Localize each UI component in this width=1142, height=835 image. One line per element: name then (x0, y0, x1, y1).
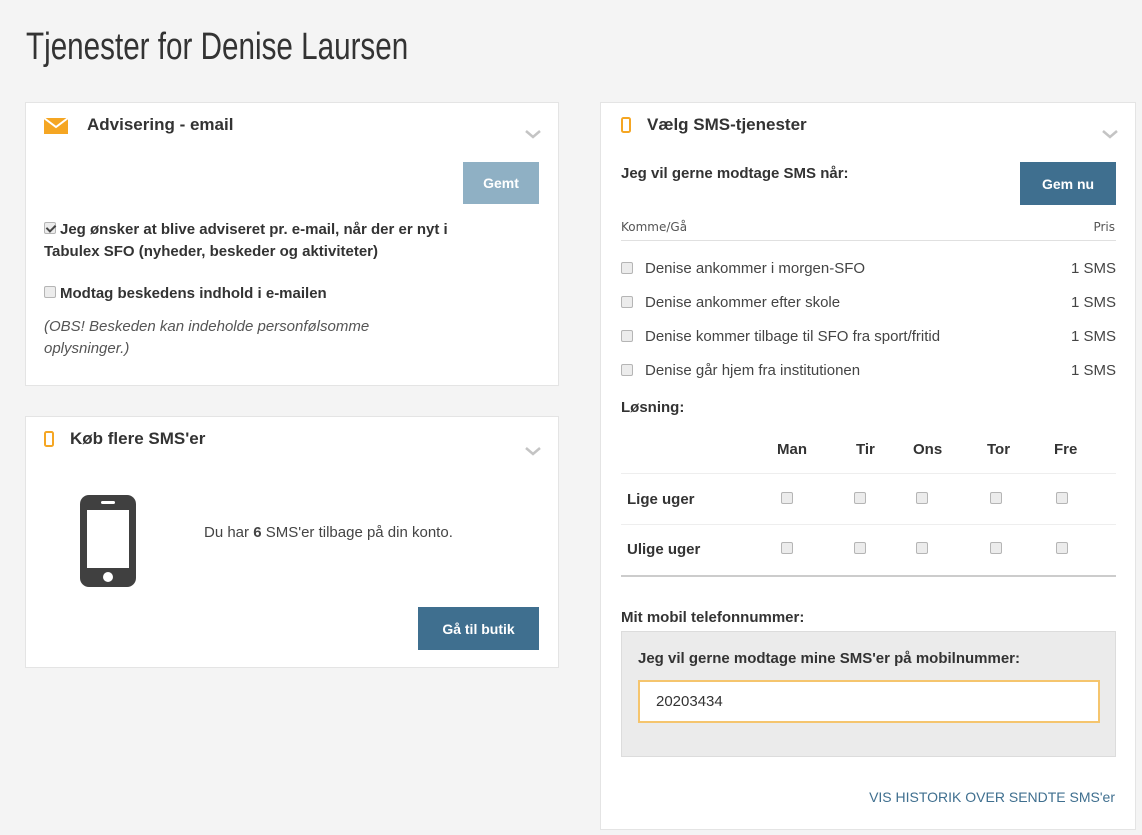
lige-fre-checkbox[interactable] (1056, 492, 1068, 504)
sms-option-price: 1 SMS (1070, 293, 1116, 311)
week-row-label: Lige uger (627, 491, 695, 508)
sms-option-label: Denise ankommer efter skole (645, 293, 841, 311)
email-panel: Advisering - email Gemt Jeg ønsker at bl… (25, 102, 559, 386)
phone-small-icon (621, 117, 631, 133)
balance-count: 6 (253, 524, 262, 541)
page-title: Tjenester for Denise Laursen (26, 26, 409, 68)
note-line2: oplysninger.) (44, 340, 130, 357)
history-link[interactable]: VIS HISTORIK OVER SENDTE SMS'er (869, 789, 1115, 805)
balance-suffix: SMS'er tilbage på din konto. (261, 524, 453, 541)
solution-label: Løsning: (621, 399, 685, 416)
phone-heading: Mit mobil telefonnummer: (621, 609, 805, 626)
buy-sms-header[interactable]: Køb flere SMS'er (44, 429, 205, 449)
col-header-right: Pris (1093, 220, 1115, 234)
sms-option-row[interactable]: Denise ankommer efter skole 1 SMS (621, 285, 1116, 319)
col-header-left: Komme/Gå (621, 220, 688, 234)
lige-tor-checkbox[interactable] (990, 492, 1002, 504)
buy-sms-title: Køb flere SMS'er (70, 429, 206, 448)
content-checkbox[interactable] (44, 286, 56, 299)
day-header: Tir (856, 441, 875, 458)
phone-small-icon (44, 431, 54, 447)
divider (621, 575, 1116, 577)
week-row-label: Ulige uger (627, 541, 701, 558)
lige-ons-checkbox[interactable] (916, 492, 928, 504)
notify-label-line1: Jeg ønsker at blive adviseret pr. e-mail… (60, 221, 448, 238)
sms-option-price: 1 SMS (1070, 327, 1116, 345)
sms-option-checkbox[interactable] (621, 330, 633, 342)
sms-option-row[interactable]: Denise går hjem fra institutionen 1 SMS (621, 353, 1116, 387)
lige-man-checkbox[interactable] (781, 492, 793, 504)
sms-option-price: 1 SMS (1070, 361, 1116, 379)
day-header: Fre (1054, 441, 1078, 458)
email-option-notify[interactable]: Jeg ønsker at blive adviseret pr. e-mail… (44, 219, 554, 263)
content-label: Modtag beskedens indhold i e-mailen (60, 285, 327, 302)
sms-option-label: Denise kommer tilbage til SFO fra sport/… (645, 327, 941, 345)
notify-label-line2: Tabulex SFO (nyheder, beskeder og aktivi… (44, 243, 378, 260)
chevron-down-icon[interactable] (524, 445, 542, 457)
smartphone-icon (80, 495, 136, 587)
day-header: Ons (913, 441, 943, 458)
chevron-down-icon[interactable] (524, 128, 542, 140)
email-panel-title: Advisering - email (87, 115, 234, 134)
sms-services-title: Vælg SMS-tjenester (647, 115, 807, 134)
phone-prompt: Jeg vil gerne modtage mine SMS'er på mob… (638, 650, 1020, 667)
sms-services-panel: Vælg SMS-tjenester Jeg vil gerne modtage… (600, 102, 1136, 830)
ulige-fre-checkbox[interactable] (1056, 542, 1068, 554)
day-header: Man (777, 441, 807, 458)
sms-option-row[interactable]: Denise kommer tilbage til SFO fra sport/… (621, 319, 1116, 353)
email-note: (OBS! Beskeden kan indeholde personfølso… (44, 316, 369, 360)
ulige-tir-checkbox[interactable] (854, 542, 866, 554)
ulige-tor-checkbox[interactable] (990, 542, 1002, 554)
saved-button[interactable]: Gemt (463, 162, 539, 204)
sms-option-row[interactable]: Denise ankommer i morgen-SFO 1 SMS (621, 251, 1116, 285)
buy-sms-panel: Køb flere SMS'er Du har 6 SMS'er tilbage… (25, 416, 559, 668)
notify-checkbox[interactable] (44, 222, 56, 235)
divider (621, 473, 1116, 474)
sms-balance: Du har 6 SMS'er tilbage på din konto. (204, 522, 453, 544)
sms-option-label: Denise går hjem fra institutionen (645, 361, 861, 379)
sms-option-checkbox[interactable] (621, 262, 633, 274)
note-line1: (OBS! Beskeden kan indeholde personfølso… (44, 318, 370, 335)
phone-box: Jeg vil gerne modtage mine SMS'er på mob… (621, 631, 1116, 757)
divider (621, 240, 1116, 241)
sms-option-price: 1 SMS (1070, 259, 1116, 277)
sms-option-label: Denise ankommer i morgen-SFO (645, 259, 866, 277)
sms-option-checkbox[interactable] (621, 296, 633, 308)
envelope-icon (43, 116, 69, 134)
phone-number-input[interactable] (638, 680, 1100, 723)
email-panel-header[interactable]: Advisering - email (43, 115, 234, 135)
chevron-down-icon[interactable] (1101, 128, 1119, 140)
balance-prefix: Du har (204, 524, 254, 541)
save-now-button[interactable]: Gem nu (1020, 162, 1116, 205)
sms-intro: Jeg vil gerne modtage SMS når: (621, 165, 849, 182)
sms-services-header[interactable]: Vælg SMS-tjenester (621, 115, 807, 135)
go-to-shop-button[interactable]: Gå til butik (418, 607, 539, 650)
ulige-ons-checkbox[interactable] (916, 542, 928, 554)
sms-option-checkbox[interactable] (621, 364, 633, 376)
day-header: Tor (987, 441, 1011, 458)
lige-tir-checkbox[interactable] (854, 492, 866, 504)
ulige-man-checkbox[interactable] (781, 542, 793, 554)
divider (621, 524, 1116, 525)
email-option-content[interactable]: Modtag beskedens indhold i e-mailen (44, 283, 327, 305)
